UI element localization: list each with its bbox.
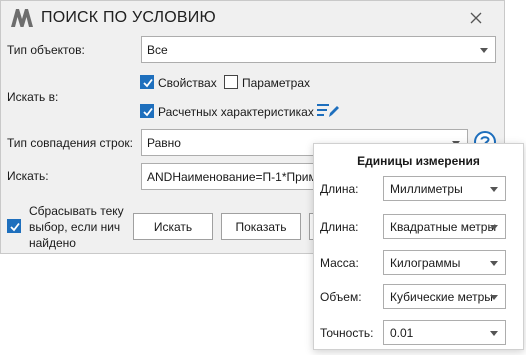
match-type-label: Тип совпадения строк: (7, 136, 133, 150)
length-unit-select[interactable]: Миллиметры (383, 176, 506, 201)
mass-label: Масса: (320, 256, 359, 270)
chevron-down-icon (480, 48, 488, 53)
mass-unit-select[interactable]: Килограммы (383, 250, 506, 275)
search-label: Искать: (7, 169, 49, 183)
chevron-down-icon (490, 295, 498, 300)
units-popup: Единицы измерения Длина: Миллиметры Длин… (313, 143, 524, 350)
chevron-down-icon (490, 187, 498, 192)
app-logo-icon (11, 9, 33, 27)
search-in-label: Искать в: (7, 90, 59, 104)
search-value: ANDНаименование=П-1*Прим (147, 170, 317, 184)
dialog-title: ПОИСК ПО УСЛОВИЮ (41, 9, 216, 26)
checkmark-icon (143, 107, 153, 117)
area-unit-value: Квадратные метры (390, 220, 497, 234)
length-label: Длина: (320, 182, 359, 196)
calculated-label: Расчетных характеристиках (158, 105, 314, 119)
precision-value: 0.01 (390, 326, 414, 340)
checkmark-icon (143, 78, 153, 88)
title-bar: ПОИСК ПО УСЛОВИЮ (1, 1, 504, 35)
match-type-value: Равно (147, 136, 181, 150)
volume-unit-select[interactable]: Кубические метры (383, 284, 506, 309)
precision-select[interactable]: 0.01 (383, 320, 506, 345)
chevron-down-icon (490, 331, 498, 336)
volume-unit-value: Кубические метры (390, 290, 493, 304)
object-type-value: Все (147, 43, 168, 57)
show-button[interactable]: Показать (221, 213, 301, 240)
edit-list-icon[interactable] (317, 102, 340, 119)
units-popup-title: Единицы измерения (357, 154, 480, 168)
precision-label: Точность: (320, 326, 374, 340)
calculated-checkbox[interactable] (140, 104, 154, 118)
close-icon[interactable] (465, 7, 487, 29)
mass-unit-value: Килограммы (390, 256, 461, 270)
area-label: Длина: (320, 220, 359, 234)
parameters-label: Параметрах (242, 76, 311, 90)
chevron-down-icon (490, 261, 498, 266)
reset-selection-checkbox[interactable] (7, 219, 21, 233)
length-unit-value: Миллиметры (390, 182, 463, 196)
volume-label: Объем: (320, 290, 362, 304)
parameters-checkbox[interactable] (224, 75, 238, 89)
search-input[interactable]: ANDНаименование=П-1*Прим (141, 163, 321, 190)
properties-checkbox[interactable] (140, 75, 154, 89)
object-type-select[interactable]: Все (141, 36, 496, 63)
chevron-down-icon (490, 225, 498, 230)
area-unit-select[interactable]: Квадратные метры (383, 214, 506, 239)
object-type-label: Тип объектов: (7, 43, 85, 57)
checkmark-icon (10, 222, 20, 232)
reset-selection-label-line2: выбор, если нич (29, 220, 121, 234)
find-button[interactable]: Искать (133, 213, 213, 240)
reset-selection-label-line1: Сбрасывать теку (29, 204, 124, 218)
properties-label: Свойствах (158, 76, 217, 90)
reset-selection-label-line3: найдено (29, 236, 76, 250)
